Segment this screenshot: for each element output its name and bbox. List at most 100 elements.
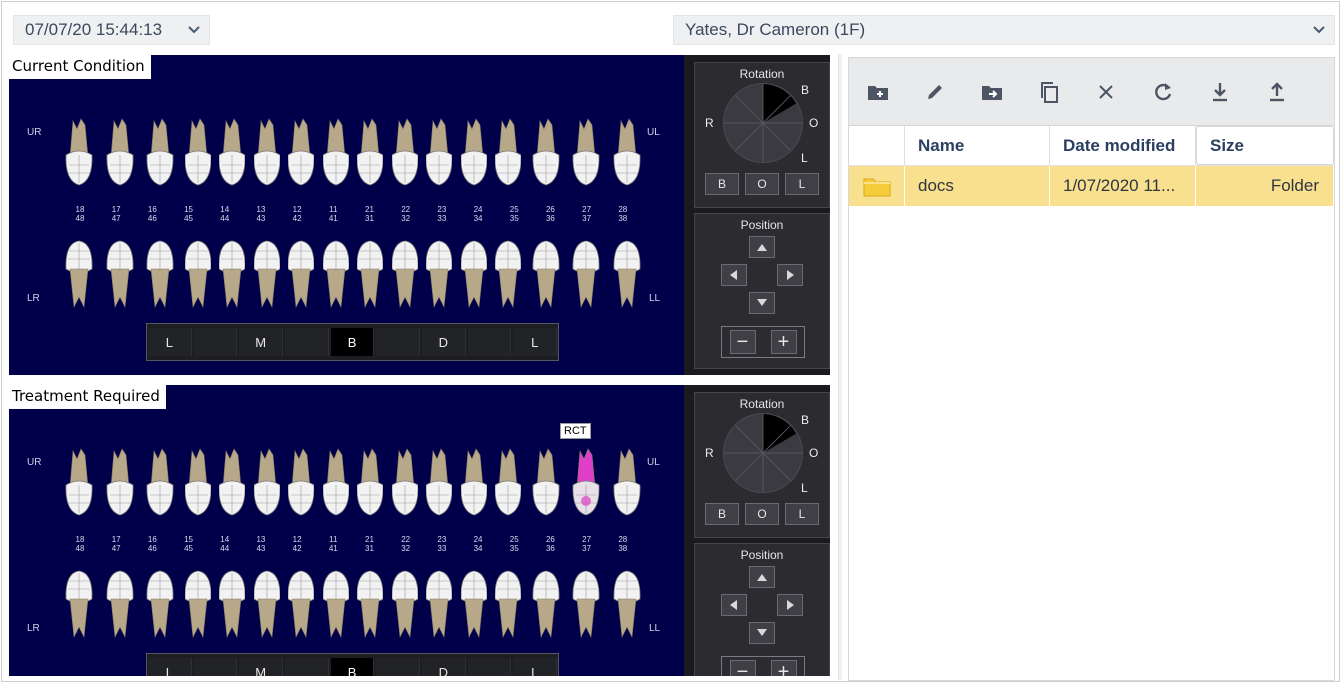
tooth-44[interactable] xyxy=(218,569,246,646)
file-row-docs[interactable]: docs 1/07/2020 11... Folder xyxy=(849,166,1334,206)
surface-l-button[interactable]: L xyxy=(513,328,558,356)
arrow-down-icon[interactable] xyxy=(749,622,775,644)
tooth-46[interactable] xyxy=(144,239,176,316)
tooth-31[interactable] xyxy=(356,569,384,646)
surface-b-button[interactable]: B xyxy=(330,658,375,676)
tooth-34[interactable] xyxy=(460,239,488,316)
arrow-left-icon[interactable] xyxy=(721,594,747,616)
upper-teeth-row[interactable] xyxy=(63,445,643,522)
tooth-13[interactable] xyxy=(253,115,281,192)
surface-m-button[interactable]: M xyxy=(239,328,284,356)
tooth-41[interactable] xyxy=(322,569,350,646)
tooth-35[interactable] xyxy=(494,239,522,316)
tooth-23[interactable] xyxy=(425,115,453,192)
zoom-in-button[interactable]: + xyxy=(770,660,797,676)
arrow-right-icon[interactable] xyxy=(777,264,803,286)
tooth-26[interactable] xyxy=(530,115,562,192)
tooth-47[interactable] xyxy=(104,569,136,646)
close-button[interactable] xyxy=(1077,62,1134,122)
tooth-28[interactable] xyxy=(611,115,643,192)
tooth-24[interactable] xyxy=(460,115,488,192)
zoom-out-button[interactable]: − xyxy=(729,330,756,354)
tooth-21[interactable] xyxy=(356,445,384,522)
tooth-44[interactable] xyxy=(218,239,246,316)
tooth-13[interactable] xyxy=(253,445,281,522)
rotation-dial[interactable] xyxy=(723,83,803,163)
tooth-48[interactable] xyxy=(63,569,95,646)
name-column-header[interactable]: Name xyxy=(905,126,1050,165)
tooth-38[interactable] xyxy=(611,569,643,646)
move-to-folder-button[interactable] xyxy=(963,62,1020,122)
rotation-b-button[interactable]: B xyxy=(705,503,739,525)
tooth-48[interactable] xyxy=(63,239,95,316)
zoom-in-button[interactable]: + xyxy=(770,330,797,354)
tooth-17[interactable] xyxy=(104,115,136,192)
tooth-46[interactable] xyxy=(144,569,176,646)
tooth-45[interactable] xyxy=(184,569,212,646)
tooth-37[interactable] xyxy=(570,239,602,316)
tooth-11[interactable] xyxy=(322,445,350,522)
date-modified-column-header[interactable]: Date modified xyxy=(1050,126,1196,165)
tooth-34[interactable] xyxy=(460,569,488,646)
upload-button[interactable] xyxy=(1248,62,1305,122)
surface-l-button[interactable]: L xyxy=(148,658,192,676)
tooth-41[interactable] xyxy=(322,239,350,316)
rotation-dial[interactable] xyxy=(723,413,803,493)
refresh-button[interactable] xyxy=(1134,62,1191,122)
tooth-25[interactable] xyxy=(494,115,522,192)
tooth-15[interactable] xyxy=(184,115,212,192)
tooth-24[interactable] xyxy=(460,445,488,522)
rotation-l-button[interactable]: L xyxy=(785,503,819,525)
upper-teeth-row[interactable] xyxy=(63,115,643,192)
surface-b-button[interactable]: B xyxy=(330,328,375,356)
tooth-28[interactable] xyxy=(611,445,643,522)
tooth-36[interactable] xyxy=(530,569,562,646)
surface-l-button[interactable]: L xyxy=(513,658,558,676)
datetime-select[interactable]: 07/07/20 15:44:13 xyxy=(13,15,210,45)
tooth-12[interactable] xyxy=(287,115,315,192)
zoom-out-button[interactable]: − xyxy=(729,660,756,676)
rotation-l-button[interactable]: L xyxy=(785,173,819,195)
arrow-right-icon[interactable] xyxy=(777,594,803,616)
rotation-o-button[interactable]: O xyxy=(745,503,779,525)
tooth-15[interactable] xyxy=(184,445,212,522)
surface-d-button[interactable]: D xyxy=(422,658,466,676)
patient-select[interactable]: Yates, Dr Cameron (1F) xyxy=(673,15,1335,45)
arrow-down-icon[interactable] xyxy=(749,292,775,314)
rotation-o-button[interactable]: O xyxy=(745,173,779,195)
tooth-25[interactable] xyxy=(494,445,522,522)
edit-button[interactable] xyxy=(906,62,963,122)
tooth-27[interactable] xyxy=(570,115,602,192)
tooth-27[interactable] xyxy=(570,445,602,522)
tooth-33[interactable] xyxy=(425,239,453,316)
surface-m-button[interactable]: M xyxy=(239,658,284,676)
tooth-33[interactable] xyxy=(425,569,453,646)
tooth-18[interactable] xyxy=(63,445,95,522)
tooth-43[interactable] xyxy=(253,569,281,646)
surface-d-button[interactable]: D xyxy=(422,328,466,356)
tooth-17[interactable] xyxy=(104,445,136,522)
tooth-14[interactable] xyxy=(218,445,246,522)
arrow-up-icon[interactable] xyxy=(749,236,775,258)
tooth-47[interactable] xyxy=(104,239,136,316)
tooth-22[interactable] xyxy=(391,445,419,522)
tooth-16[interactable] xyxy=(144,445,176,522)
rotation-b-button[interactable]: B xyxy=(705,173,739,195)
tooth-14[interactable] xyxy=(218,115,246,192)
surface-l-button[interactable]: L xyxy=(148,328,192,356)
tooth-45[interactable] xyxy=(184,239,212,316)
tooth-36[interactable] xyxy=(530,239,562,316)
tooth-22[interactable] xyxy=(391,115,419,192)
tooth-21[interactable] xyxy=(356,115,384,192)
size-column-header[interactable]: Size xyxy=(1196,126,1334,165)
pane-splitter[interactable] xyxy=(838,54,842,680)
copy-button[interactable] xyxy=(1020,62,1077,122)
tooth-12[interactable] xyxy=(287,445,315,522)
tooth-16[interactable] xyxy=(144,115,176,192)
new-folder-button[interactable] xyxy=(849,62,906,122)
tooth-38[interactable] xyxy=(611,239,643,316)
tooth-42[interactable] xyxy=(287,239,315,316)
arrow-left-icon[interactable] xyxy=(721,264,747,286)
lower-teeth-row[interactable] xyxy=(63,569,643,646)
tooth-35[interactable] xyxy=(494,569,522,646)
